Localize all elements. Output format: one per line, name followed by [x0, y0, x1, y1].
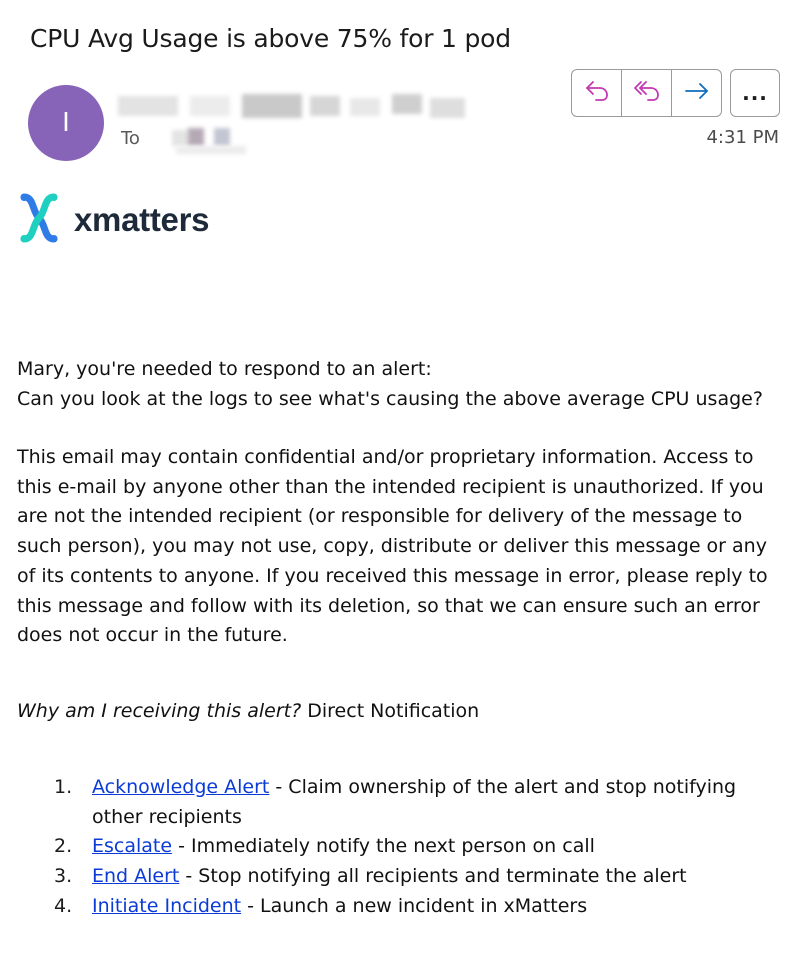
received-timestamp: 4:31 PM [706, 127, 779, 148]
initiate-incident-link[interactable]: Initiate Incident [92, 895, 241, 917]
forward-button[interactable] [672, 70, 721, 116]
alert-actions-list: 1. Acknowledge Alert - Claim ownership o… [17, 773, 787, 922]
why-answer: Direct Notification [307, 700, 480, 722]
list-item-number: 2. [54, 835, 73, 858]
email-subject: CPU Avg Usage is above 75% for 1 pod [30, 24, 511, 53]
forward-icon [682, 76, 712, 110]
end-alert-link[interactable]: End Alert [92, 865, 179, 887]
reply-button[interactable] [572, 70, 622, 116]
escalate-link[interactable]: Escalate [92, 835, 172, 857]
acknowledge-alert-link[interactable]: Acknowledge Alert [92, 776, 269, 798]
xmatters-logo: xmatters [16, 193, 209, 247]
greeting-line-1: Mary, you're needed to respond to an ale… [17, 358, 432, 380]
to-label: To [121, 128, 140, 149]
reply-all-button[interactable] [622, 70, 672, 116]
message-action-group [571, 69, 722, 117]
more-actions-button[interactable]: ... [730, 69, 780, 117]
list-item: 4. Initiate Incident - Launch a new inci… [17, 892, 787, 922]
greeting-line-2: Can you look at the logs to see what's c… [17, 387, 763, 410]
xmatters-logo-icon [16, 193, 62, 247]
greeting: Mary, you're needed to respond to an ale… [17, 355, 787, 414]
list-item: 2. Escalate - Immediately notify the nex… [17, 832, 787, 862]
list-item-description: - Launch a new incident in xMatters [241, 894, 588, 917]
list-item-description: - Immediately notify the next person on … [172, 835, 595, 858]
confidentiality-disclaimer: This email may contain confidential and/… [17, 446, 768, 647]
list-item-number: 4. [54, 894, 73, 917]
sender-avatar[interactable]: I [28, 85, 104, 161]
reply-icon [582, 76, 612, 110]
more-icon: ... [742, 81, 768, 105]
why-question: Why am I receiving this alert? [17, 700, 302, 722]
list-item-number: 1. [54, 776, 73, 798]
xmatters-logo-text: xmatters [74, 201, 210, 238]
reply-all-icon [632, 76, 662, 110]
list-item: 1. Acknowledge Alert - Claim ownership o… [17, 773, 787, 832]
avatar-initial: I [62, 108, 70, 138]
list-item-number: 3. [54, 865, 73, 888]
list-item: 3. End Alert - Stop notifying all recipi… [17, 862, 787, 892]
why-notification: Why am I receiving this alert? Direct No… [17, 697, 787, 727]
list-item-description: - Stop notifying all recipients and term… [179, 865, 687, 888]
